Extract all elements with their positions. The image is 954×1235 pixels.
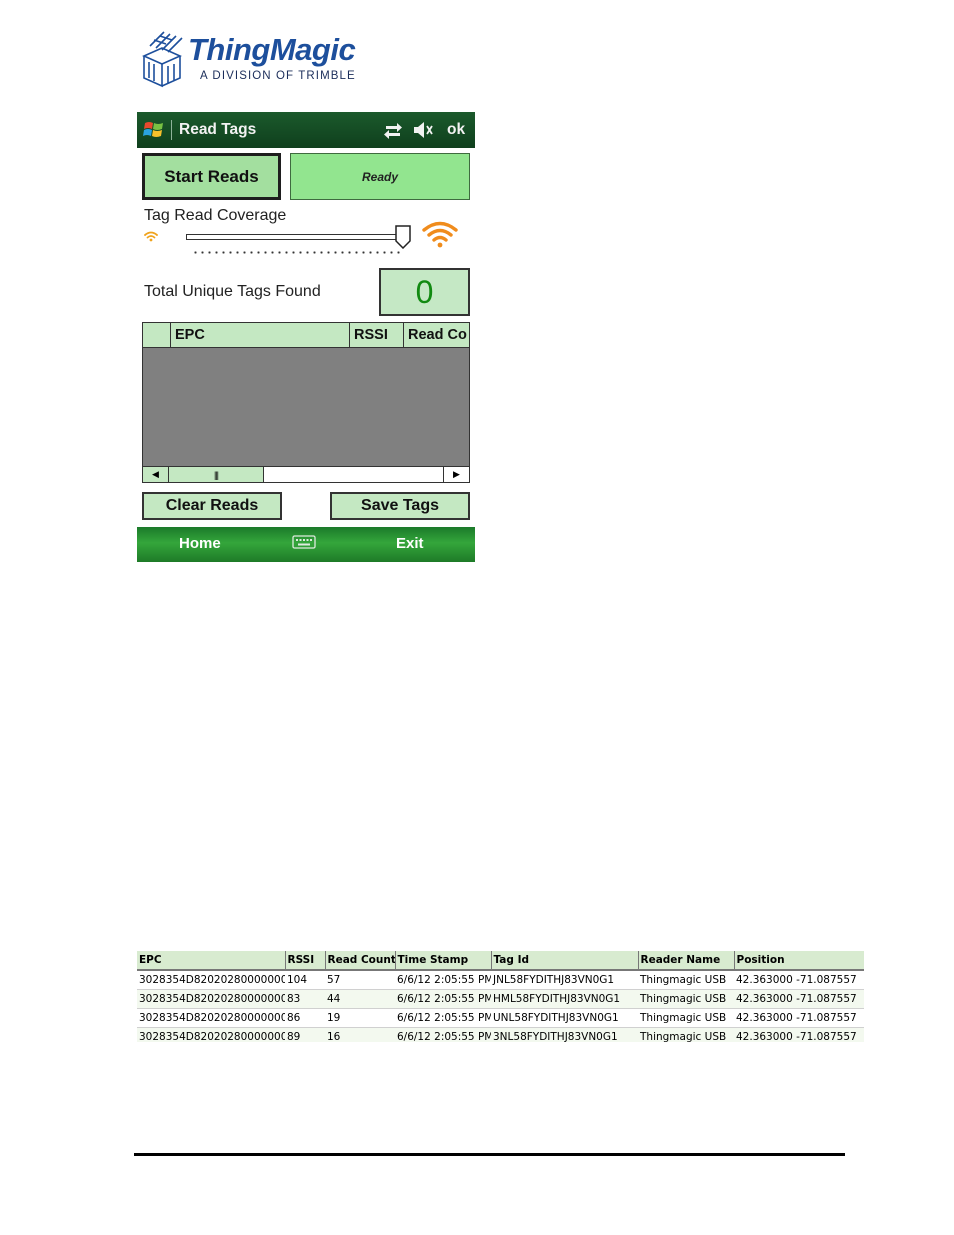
cell-read-count: 44 <box>325 989 395 1009</box>
coverage-slider-thumb[interactable] <box>395 225 411 249</box>
cell-reader-name: Thingmagic USB <box>638 1008 734 1028</box>
clear-reads-button[interactable]: Clear Reads <box>142 492 282 520</box>
cell-read-count: 19 <box>325 1008 395 1028</box>
table-row: 3028354D82020280000000DF 104 57 6/6/12 2… <box>137 970 864 990</box>
export-col-read-count: Read Count <box>325 951 396 971</box>
cell-time-stamp: 6/6/12 2:05:55 PM <box>395 1008 491 1028</box>
low-signal-icon <box>144 231 158 242</box>
export-table: EPC RSSI Read Count Time Stamp Tag Id Re… <box>137 951 864 1042</box>
title-bar: Read Tags ok <box>137 112 475 148</box>
exit-softkey[interactable]: Exit <box>396 535 424 552</box>
cell-tag-id: JNL58FYDITHJ83VN0G1 <box>491 970 638 990</box>
coverage-label: Tag Read Coverage <box>144 207 287 224</box>
cell-reader-name: Thingmagic USB <box>638 970 734 990</box>
logo-mark-icon <box>142 31 183 88</box>
grid-horizontal-scrollbar[interactable]: ◀ ||| ▶ <box>143 466 469 482</box>
export-header-row: EPC RSSI Read Count Time Stamp Tag Id Re… <box>137 951 864 971</box>
device-screen: Read Tags ok Start Reads Ready Tag Read … <box>137 112 475 562</box>
grid-column-read-count[interactable]: Read Co <box>404 323 469 348</box>
export-col-epc: EPC <box>137 951 286 971</box>
cell-rssi: 86 <box>285 1008 325 1028</box>
cell-reader-name: Thingmagic USB <box>638 989 734 1009</box>
scroll-thumb[interactable]: ||| <box>169 467 264 482</box>
cell-reader-name: Thingmagic USB <box>638 1027 734 1042</box>
cell-epc: 3028354D82020280000000CF <box>137 1027 285 1042</box>
scroll-left-icon[interactable]: ◀ <box>143 467 169 482</box>
cell-read-count: 16 <box>325 1027 395 1042</box>
cell-tag-id: 3NL58FYDITHJ83VN0G1 <box>491 1027 638 1042</box>
high-signal-icon <box>422 221 458 248</box>
home-softkey[interactable]: Home <box>179 535 221 552</box>
softkey-bar: Home Exit <box>137 527 475 562</box>
coverage-slider[interactable] <box>186 234 408 240</box>
total-tags-label: Total Unique Tags Found <box>144 283 321 300</box>
export-col-reader-name: Reader Name <box>638 951 735 971</box>
table-row: 3028354D82020280000000B9 83 44 6/6/12 2:… <box>137 989 864 1009</box>
start-reads-button[interactable]: Start Reads <box>142 153 281 200</box>
cell-tag-id: UNL58FYDITHJ83VN0G1 <box>491 1008 638 1028</box>
cell-epc: 3028354D82020280000000B9 <box>137 989 285 1009</box>
export-col-tag-id: Tag Id <box>491 951 639 971</box>
save-tags-button[interactable]: Save Tags <box>330 492 470 520</box>
slider-ticks <box>192 251 402 254</box>
table-row: 3028354D82020280000000CF 89 16 6/6/12 2:… <box>137 1027 864 1042</box>
export-col-rssi: RSSI <box>285 951 326 971</box>
export-col-position: Position <box>734 951 864 971</box>
grid-column-rssi[interactable]: RSSI <box>350 323 404 348</box>
status-display: Ready <box>290 153 470 200</box>
total-tags-count: 0 <box>379 268 470 316</box>
volume-muted-icon[interactable] <box>412 120 434 140</box>
ok-button[interactable]: ok <box>447 121 465 139</box>
table-row: 3028354D82020280000000EA 86 19 6/6/12 2:… <box>137 1008 864 1028</box>
cell-time-stamp: 6/6/12 2:05:55 PM <box>395 1027 491 1042</box>
grid-row-header <box>143 323 171 348</box>
cell-rssi: 89 <box>285 1027 325 1042</box>
footer-rule <box>134 1153 845 1156</box>
cell-position: 42.363000 -71.087557 <box>734 989 864 1009</box>
thingmagic-logo: ThingMagic A DIVISION OF TRIMBLE <box>136 26 376 92</box>
logo-name: ThingMagic <box>188 32 356 67</box>
scroll-right-icon[interactable]: ▶ <box>443 467 469 482</box>
cell-epc: 3028354D82020280000000EA <box>137 1008 285 1028</box>
cell-rssi: 104 <box>285 970 325 990</box>
title-separator <box>171 120 172 140</box>
windows-start-icon[interactable] <box>142 118 166 142</box>
exported-tags-table: EPC RSSI Read Count Time Stamp Tag Id Re… <box>137 951 864 1042</box>
cell-tag-id: HML58FYDITHJ83VN0G1 <box>491 989 638 1009</box>
tag-grid[interactable]: EPC RSSI Read Co ◀ ||| ▶ <box>142 322 470 483</box>
cell-position: 42.363000 -71.087557 <box>734 1027 864 1042</box>
grid-header: EPC RSSI Read Co <box>143 323 469 348</box>
cell-position: 42.363000 -71.087557 <box>734 970 864 990</box>
page-title: Read Tags <box>179 121 257 138</box>
cell-read-count: 57 <box>325 970 395 990</box>
grid-column-epc[interactable]: EPC <box>171 323 350 348</box>
export-col-time-stamp: Time Stamp <box>395 951 492 971</box>
cell-rssi: 83 <box>285 989 325 1009</box>
cell-time-stamp: 6/6/12 2:05:55 PM <box>395 970 491 990</box>
logo-tagline: A DIVISION OF TRIMBLE <box>200 70 356 82</box>
cell-epc: 3028354D82020280000000DF <box>137 970 285 990</box>
cell-position: 42.363000 -71.087557 <box>734 1008 864 1028</box>
keyboard-icon[interactable] <box>292 534 316 550</box>
cell-time-stamp: 6/6/12 2:05:55 PM <box>395 989 491 1009</box>
connectivity-icon[interactable] <box>382 120 404 140</box>
